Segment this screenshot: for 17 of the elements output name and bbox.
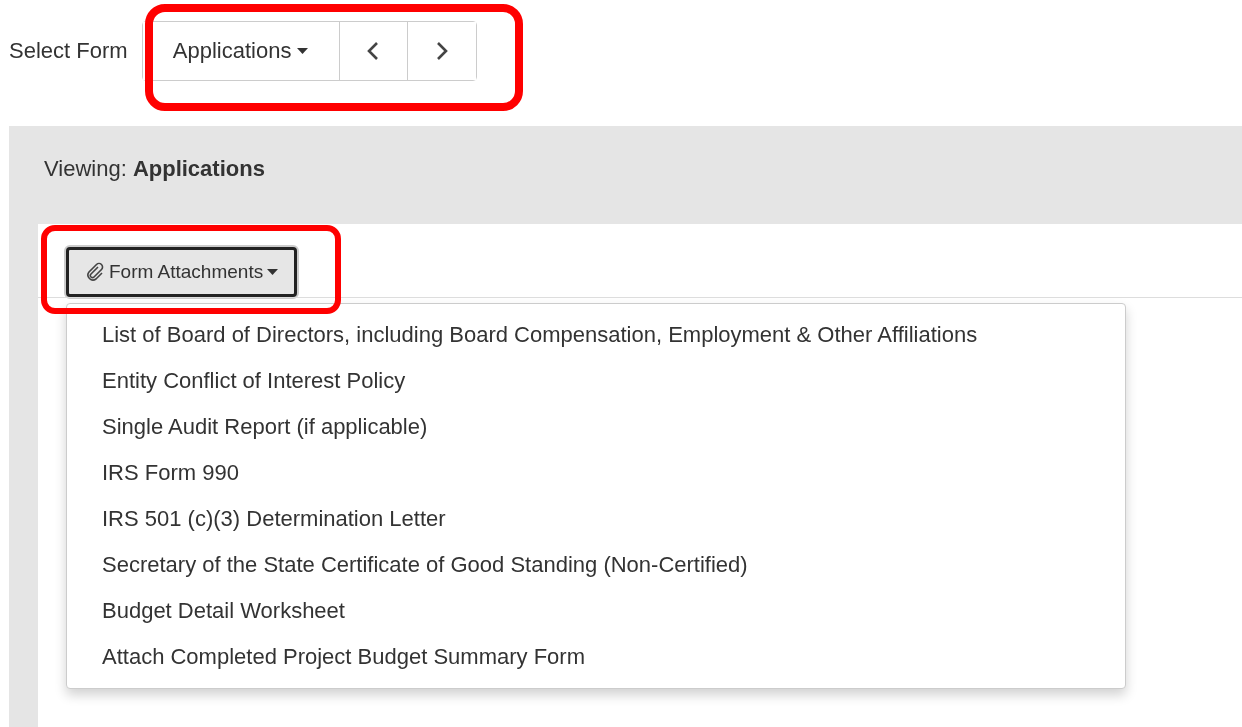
chevron-right-icon bbox=[434, 41, 449, 61]
viewing-text: Viewing: Applications bbox=[44, 156, 265, 182]
menu-item[interactable]: Secretary of the State Certificate of Good Standing (Non-Certified) bbox=[67, 542, 1125, 588]
menu-item[interactable]: Attach Completed Project Budget Summary Form bbox=[67, 634, 1125, 680]
form-attachments-button[interactable]: Form Attachments bbox=[66, 247, 298, 297]
menu-item[interactable]: Single Audit Report (if applicable) bbox=[67, 404, 1125, 450]
menu-item[interactable]: IRS Form 990 bbox=[67, 450, 1125, 496]
paperclip-icon bbox=[85, 262, 105, 282]
menu-item[interactable]: Budget Detail Worksheet bbox=[67, 588, 1125, 634]
menu-item[interactable]: IRS 501 (c)(3) Determination Letter bbox=[67, 496, 1125, 542]
caret-icon bbox=[297, 48, 309, 54]
select-form-label: Select Form bbox=[9, 38, 128, 64]
chevron-left-icon bbox=[366, 41, 381, 61]
menu-item[interactable]: Entity Conflict of Interest Policy bbox=[67, 358, 1125, 404]
caret-icon bbox=[267, 269, 279, 275]
form-dropdown[interactable]: Applications bbox=[142, 22, 340, 80]
menu-item[interactable]: List of Board of Directors, including Board Compensation, Employment & Other Affiliations bbox=[67, 312, 1125, 358]
